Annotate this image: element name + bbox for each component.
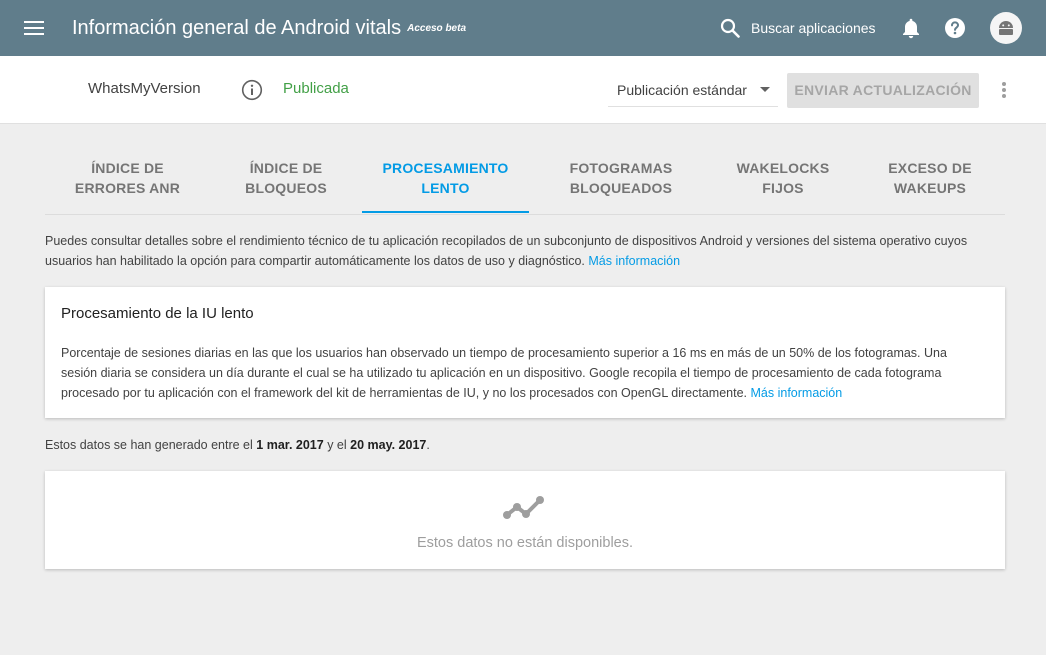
date-range-note: Estos datos se han generado entre el 1 m… <box>45 435 430 455</box>
date-range-suffix: . <box>426 438 430 452</box>
beta-badge: Acceso beta <box>407 22 467 34</box>
send-update-button[interactable]: ENVIAR ACTUALIZACIÓN <box>787 73 979 108</box>
active-tab-indicator <box>362 211 529 213</box>
tab-label-line: LENTO <box>421 180 470 196</box>
tab-stuck-wakelocks[interactable]: WAKELOCKS FIJOS <box>705 158 861 198</box>
overview-description: Puedes consultar detalles sobre el rendi… <box>45 231 1005 271</box>
empty-data-card: Estos datos no están disponibles. <box>45 471 1005 569</box>
publication-type-select[interactable]: Publicación estándar <box>608 73 778 107</box>
line-chart-icon <box>503 496 544 519</box>
info-icon[interactable] <box>241 79 263 101</box>
tab-label-line: WAKELOCKS <box>736 160 830 176</box>
tab-label-line: PROCESAMIENTO <box>382 160 509 176</box>
learn-more-link[interactable]: Más información <box>751 386 843 400</box>
tab-label-line: ERRORES ANR <box>74 180 181 196</box>
tab-label-line: EXCESO DE <box>888 160 972 176</box>
card-title: Procesamiento de la IU lento <box>61 305 254 322</box>
help-icon <box>945 18 965 38</box>
app-name: WhatsMyVersion <box>88 80 201 97</box>
menu-button[interactable] <box>18 16 50 40</box>
search-apps-button[interactable]: Buscar aplicaciones <box>720 14 876 42</box>
tab-label-line: WAKEUPS <box>893 180 967 196</box>
more-options-button[interactable] <box>996 80 1012 100</box>
publish-status: Publicada <box>283 80 349 97</box>
date-range-start: 1 mar. 2017 <box>256 438 324 452</box>
date-range-end: 20 may. 2017 <box>350 438 427 452</box>
hamburger-menu-icon <box>24 21 44 35</box>
vitals-tabs: ÍNDICE DE ERRORES ANR ÍNDICE DE BLOQUEOS… <box>45 124 1005 215</box>
page-title-text: Información general de Android vitals <box>72 17 402 39</box>
learn-more-link[interactable]: Más información <box>588 254 680 268</box>
publication-type-value: Publicación estándar <box>617 82 747 98</box>
page-title: Información general de Android vitals Acc… <box>72 16 466 41</box>
tab-label-line: BLOQUEOS <box>245 180 327 196</box>
slow-rendering-info-card: Procesamiento de la IU lento Porcentaje … <box>45 287 1005 418</box>
date-range-prefix: Estos datos se han generado entre el <box>45 438 253 452</box>
empty-state-message: Estos datos no están disponibles. <box>416 535 634 551</box>
more-dot-icon <box>1002 94 1006 98</box>
tab-excessive-wakeups[interactable]: EXCESO DE WAKEUPS <box>855 158 1005 198</box>
tab-label-line: BLOQUEADOS <box>569 180 673 196</box>
tab-frozen-frames[interactable]: FOTOGRAMAS BLOQUEADOS <box>536 158 706 198</box>
more-dot-icon <box>1002 82 1006 86</box>
account-avatar[interactable] <box>990 12 1022 44</box>
tab-crash-rate[interactable]: ÍNDICE DE BLOQUEOS <box>203 158 369 198</box>
android-robot-icon <box>999 21 1013 35</box>
help-button[interactable] <box>942 14 968 42</box>
date-range-middle: y el <box>327 438 347 452</box>
dropdown-arrow-icon <box>760 87 770 92</box>
tab-slow-rendering[interactable]: PROCESAMIENTO LENTO <box>362 158 529 198</box>
card-body: Porcentaje de sesiones diarias en las qu… <box>61 343 986 403</box>
tab-label-line: ÍNDICE DE <box>249 160 323 176</box>
description-text: Puedes consultar detalles sobre el rendi… <box>45 234 968 268</box>
bell-icon <box>903 18 919 38</box>
tab-label-line: FIJOS <box>762 180 804 196</box>
search-label: Buscar aplicaciones <box>751 20 876 36</box>
top-app-bar: Información general de Android vitals Acc… <box>0 0 1046 56</box>
more-dot-icon <box>1002 88 1006 92</box>
tab-label-line: FOTOGRAMAS <box>569 160 673 176</box>
tab-anr-rate[interactable]: ÍNDICE DE ERRORES ANR <box>45 158 210 198</box>
search-icon <box>720 18 740 38</box>
notifications-button[interactable] <box>898 14 924 42</box>
tab-label-line: ÍNDICE DE <box>91 160 164 176</box>
app-header: WhatsMyVersion Publicada Publicación est… <box>0 56 1046 124</box>
